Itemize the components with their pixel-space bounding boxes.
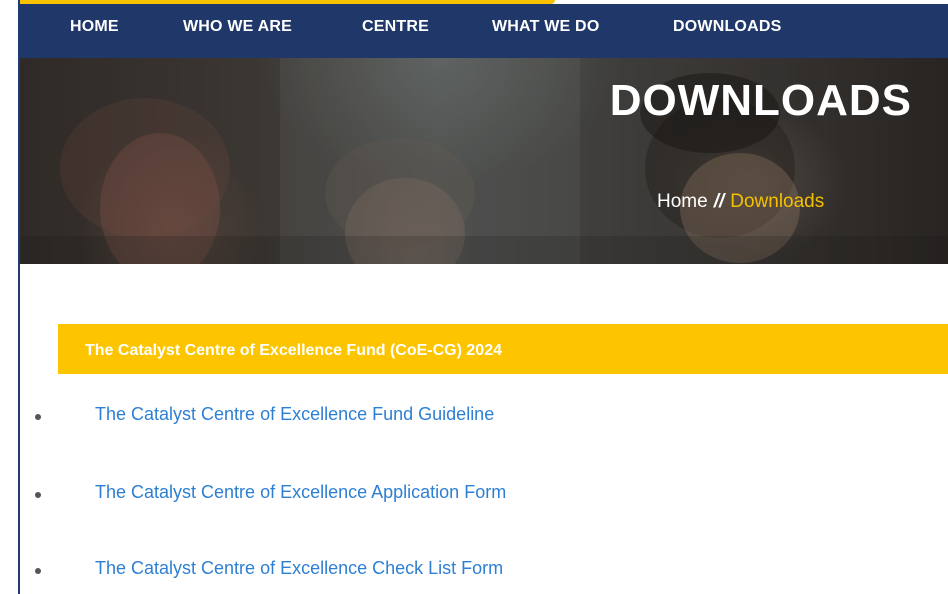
nav-downloads[interactable]: DOWNLOADS — [673, 4, 781, 58]
breadcrumb-separator: // — [713, 191, 725, 212]
list-item: The Catalyst Centre of Excellence Fund G… — [0, 404, 948, 434]
bullet-icon — [35, 414, 41, 420]
section-header-bar: The Catalyst Centre of Excellence Fund (… — [58, 324, 948, 374]
main-navigation: HOME WHO WE ARE CENTRE WHAT WE DO DOWNLO… — [20, 4, 948, 58]
breadcrumb-current: Downloads — [730, 191, 825, 212]
download-link-application-form[interactable]: The Catalyst Centre of Excellence Applic… — [95, 482, 506, 503]
download-link-guideline[interactable]: The Catalyst Centre of Excellence Fund G… — [95, 404, 494, 425]
breadcrumb: Home//Downloads — [657, 191, 824, 213]
nav-home[interactable]: HOME — [70, 4, 119, 58]
breadcrumb-home-link[interactable]: Home — [657, 191, 708, 212]
nav-who-we-are[interactable]: WHO WE ARE — [183, 4, 292, 58]
download-link-check-list-form[interactable]: The Catalyst Centre of Excellence Check … — [95, 558, 503, 579]
nav-what-we-do[interactable]: WHAT WE DO — [492, 4, 599, 58]
section-title: The Catalyst Centre of Excellence Fund (… — [85, 342, 502, 359]
list-item: The Catalyst Centre of Excellence Applic… — [0, 482, 948, 512]
bullet-icon — [35, 568, 41, 574]
bullet-icon — [35, 492, 41, 498]
list-item: The Catalyst Centre of Excellence Check … — [0, 558, 948, 588]
nav-centre[interactable]: CENTRE — [362, 4, 429, 58]
page-title: DOWNLOADS — [609, 76, 912, 125]
page-hero-banner: DOWNLOADS Home//Downloads — [20, 58, 948, 264]
